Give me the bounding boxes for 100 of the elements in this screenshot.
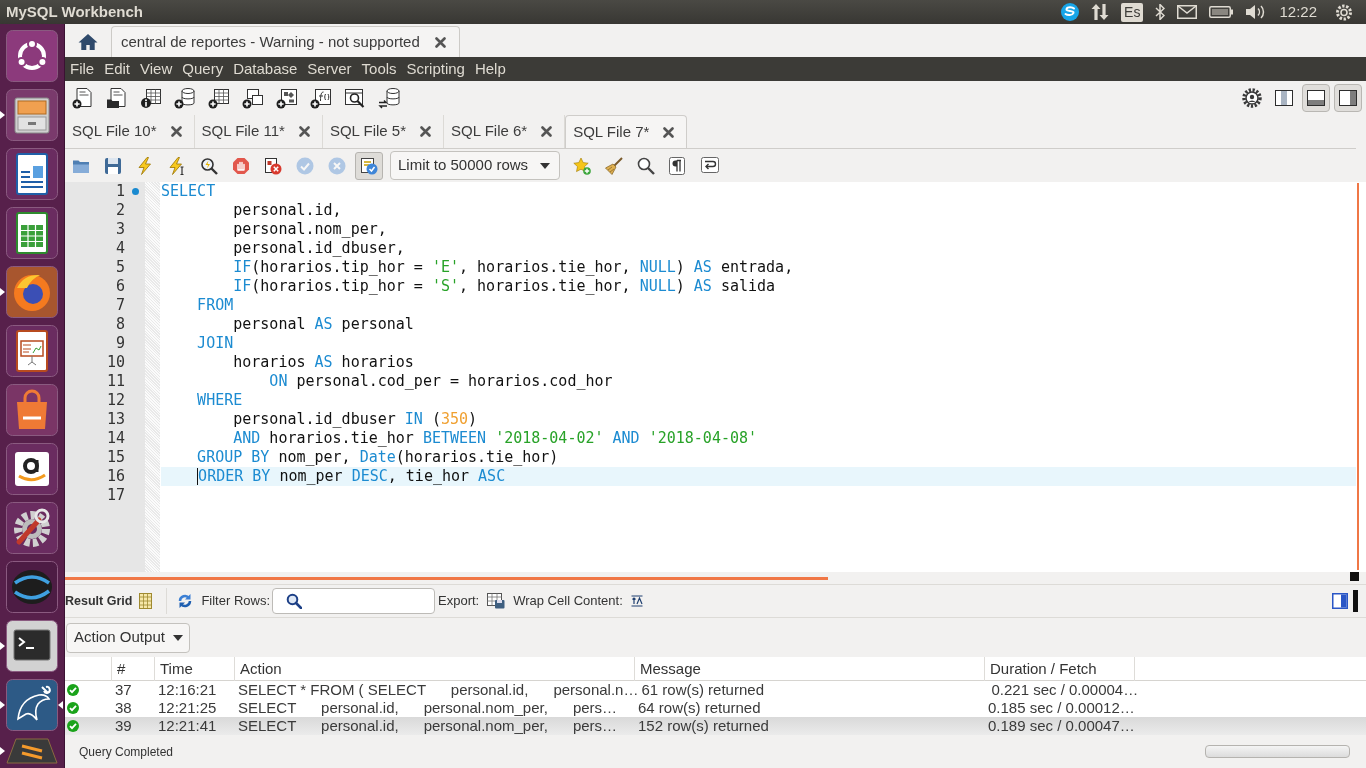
file-drawer-icon[interactable] xyxy=(6,89,58,141)
panel-toggle-button[interactable] xyxy=(1302,84,1330,112)
table-row[interactable]: 37 12:16:21 SELECT * FROM ( SELECT personal.id, personal.n… 61 row(s) returned 0.221 sec / 0.00004… xyxy=(65,681,1366,699)
spreadsheet-icon[interactable] xyxy=(6,207,58,259)
magnifier-lightning-icon[interactable] xyxy=(200,156,218,175)
column-header[interactable]: Message xyxy=(640,660,701,677)
table-icon[interactable] xyxy=(139,593,153,609)
menu-item[interactable]: Edit xyxy=(99,57,136,81)
table-cell: 38 xyxy=(115,699,132,716)
stop-document-icon[interactable] xyxy=(264,156,282,175)
editor-tab[interactable]: SQL File 7* xyxy=(565,115,688,148)
menu-item[interactable]: Help xyxy=(469,57,511,81)
close-icon[interactable] xyxy=(663,126,675,138)
window-title: MySQL Workbench xyxy=(6,1,143,22)
code-line: IF(horarios.tip_hor = 'E', horarios.tie_hor, NULL) AS entrada, xyxy=(233,258,794,277)
limit-dropdown[interactable]: Limit to 50000 rows xyxy=(390,151,561,180)
search-icon[interactable] xyxy=(637,156,656,175)
star-plus-icon[interactable] xyxy=(573,156,592,175)
left-panel-icon[interactable] xyxy=(1275,90,1293,106)
horizontal-scrollbar[interactable] xyxy=(65,576,828,580)
messenger-icon[interactable] xyxy=(1061,3,1080,21)
mail-icon[interactable] xyxy=(1177,5,1198,19)
column-header[interactable]: Time xyxy=(160,660,193,677)
menu-item[interactable]: Server xyxy=(302,57,357,81)
close-icon[interactable] xyxy=(170,126,182,137)
transfer-arrows-icon[interactable] xyxy=(1091,3,1110,21)
trapezoid-tile-icon[interactable] xyxy=(6,738,58,764)
close-icon[interactable] xyxy=(541,126,553,137)
menu-item[interactable]: Scripting xyxy=(401,57,470,81)
column-header[interactable]: Action xyxy=(240,660,282,677)
keyboard-layout[interactable]: Es xyxy=(1121,2,1144,22)
column-header[interactable]: Duration / Fetch xyxy=(990,660,1097,677)
function-plus-icon[interactable] xyxy=(310,87,332,109)
pilcrow-icon[interactable] xyxy=(669,156,688,175)
database-arrows-icon[interactable] xyxy=(378,87,400,109)
close-icon[interactable] xyxy=(420,126,432,137)
table-row[interactable]: 38 12:21:25 SELECT personal.id, personal.nom_per, pers… 64 row(s) returned 0.185 sec / 0.00012… xyxy=(65,699,1366,717)
line-number: 7 xyxy=(114,296,126,315)
terminal-icon[interactable] xyxy=(6,620,58,672)
close-icon[interactable] xyxy=(434,36,446,48)
output-selector[interactable]: Action Output xyxy=(66,622,190,653)
editor-tab[interactable]: SQL File 5* xyxy=(322,115,445,148)
side-panel-icon[interactable] xyxy=(1332,593,1348,609)
stop-hand-icon[interactable] xyxy=(232,156,250,175)
lightning-cursor-icon[interactable] xyxy=(168,156,186,175)
sql-file-folder-icon[interactable] xyxy=(106,87,128,109)
database-info-icon[interactable] xyxy=(140,87,162,109)
table-cell: 39 xyxy=(115,717,132,734)
line-number: 1 xyxy=(114,182,126,201)
clock[interactable]: 12:22 xyxy=(1279,0,1317,24)
scroll-thumb[interactable] xyxy=(1353,590,1358,612)
line-number: 12 xyxy=(105,391,126,410)
scroll-thumb[interactable] xyxy=(1350,571,1359,581)
view-plus-icon[interactable] xyxy=(242,87,264,109)
table-row[interactable]: 39 12:21:41 SELECT personal.id, personal.nom_per, pers… 152 row(s) returned 0.189 sec / 0.00047… xyxy=(65,717,1366,735)
panel-toggle-button[interactable] xyxy=(1334,84,1362,112)
shopping-bag-icon[interactable] xyxy=(6,384,58,436)
text-wrap-icon[interactable] xyxy=(630,595,643,607)
table-search-icon[interactable] xyxy=(344,87,366,109)
ring-logo-icon[interactable] xyxy=(6,30,58,82)
code-line: FROM xyxy=(197,296,234,315)
check-circle-icon xyxy=(67,684,79,696)
vertical-scrollbar[interactable] xyxy=(1357,183,1359,570)
broom-icon[interactable] xyxy=(605,156,624,175)
menu-item[interactable]: Tools xyxy=(356,57,402,81)
menu-item[interactable]: Database xyxy=(228,57,303,81)
filter-field[interactable] xyxy=(272,588,435,614)
menu-item[interactable]: File xyxy=(65,57,100,81)
document-icon[interactable] xyxy=(6,148,58,200)
globe-icon[interactable] xyxy=(6,266,58,318)
battery-icon[interactable] xyxy=(1209,6,1234,18)
table-floppy-icon[interactable] xyxy=(487,593,506,609)
gear-wrench-icon[interactable] xyxy=(6,502,58,554)
bluetooth-icon[interactable] xyxy=(1155,4,1166,20)
wrap-icon[interactable] xyxy=(701,156,720,175)
procedure-plus-icon[interactable] xyxy=(276,87,298,109)
toggle-button[interactable] xyxy=(355,151,383,180)
result-grid-label[interactable]: Result Grid xyxy=(65,591,133,611)
presentation-icon[interactable] xyxy=(6,325,58,377)
volume-icon[interactable] xyxy=(1245,4,1266,20)
menu-item[interactable]: Query xyxy=(177,57,229,81)
editor-tab[interactable]: SQL File 10* xyxy=(65,115,195,148)
swirl-icon[interactable] xyxy=(6,561,58,613)
column-header[interactable]: # xyxy=(117,660,126,677)
code-line: SELECT xyxy=(161,182,216,201)
table-plus-icon[interactable] xyxy=(208,87,230,109)
close-icon[interactable] xyxy=(298,126,310,137)
line-number: 2 xyxy=(114,201,126,220)
editor-tab[interactable]: SQL File 11* xyxy=(194,115,323,148)
gear-icon[interactable] xyxy=(1242,88,1262,108)
home-icon[interactable] xyxy=(78,32,98,51)
lightning-icon[interactable] xyxy=(136,156,154,175)
line-number: 9 xyxy=(114,334,126,353)
line-number: 10 xyxy=(105,353,126,372)
dolphin-icon[interactable] xyxy=(6,679,58,731)
sql-file-plus-icon[interactable] xyxy=(72,87,94,109)
refresh-icon[interactable] xyxy=(177,593,194,609)
connection-tab[interactable]: central de reportes - Warning - not supported xyxy=(111,26,460,57)
menu-item[interactable]: View xyxy=(135,57,178,81)
database-plus-icon[interactable] xyxy=(174,87,196,109)
